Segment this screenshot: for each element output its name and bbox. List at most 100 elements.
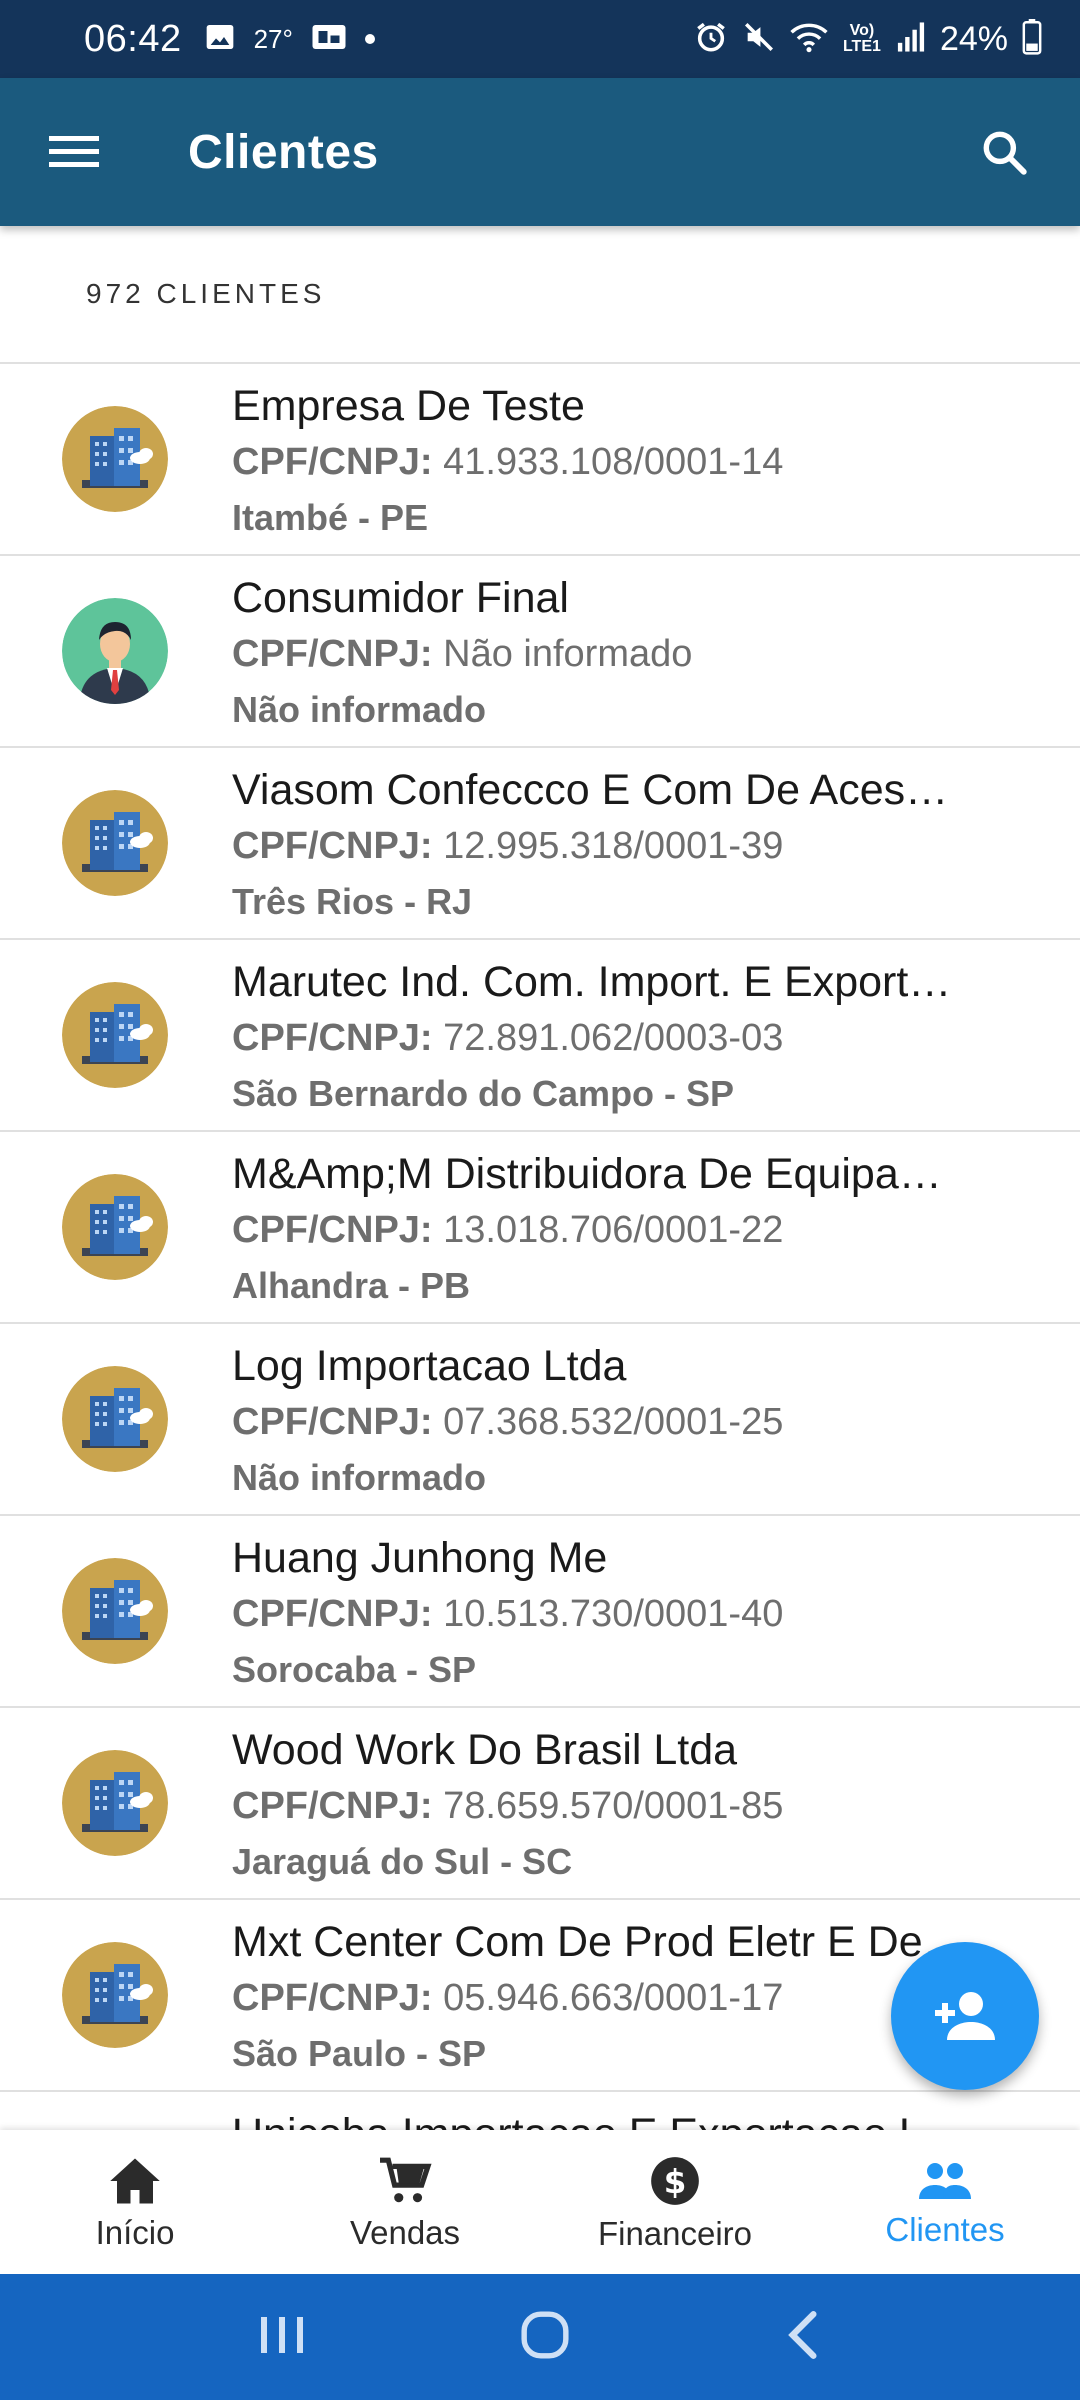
client-name: Empresa De Teste [232,382,585,430]
recents-button[interactable] [257,2313,307,2362]
client-info: Huang Junhong Me CPF/CNPJ: 10.513.730/000… [232,1530,1022,1698]
search-icon [983,131,1027,175]
building-avatar-icon [62,1942,168,2048]
person-avatar [62,598,168,704]
mute-icon [742,20,776,59]
status-bar: 06:42 27° Vo) LTE1 24% [0,0,1080,78]
page-title: Clientes [188,125,379,179]
document-value: 13.018.706/0001-22 [443,1209,784,1251]
client-name: Wood Work Do Brasil Ltda [232,1726,738,1774]
notification-dot [364,34,375,44]
menu-button[interactable] [36,114,112,190]
add-person-icon [935,1992,995,2040]
building-avatar [62,1750,168,1856]
client-document: CPF/CNPJ: 07.368.532/0001-25 [232,1394,1022,1450]
nav-label-clientes: Clientes [885,2211,1005,2248]
gallery-icon [204,21,236,58]
building-avatar-icon [62,1750,168,1856]
client-row[interactable]: M&Amp;M Distribuidora De Equipa… CPF/CNPJ… [0,1132,1080,1324]
home-circle-icon [521,2310,569,2359]
back-button[interactable] [783,2310,823,2365]
client-document: CPF/CNPJ: 78.659.570/0001-85 [232,1778,1022,1834]
document-label: CPF/CNPJ: [232,1785,433,1827]
client-document: CPF/CNPJ: 10.513.730/0001-40 [232,1586,1022,1642]
client-row[interactable]: Consumidor Final CPF/CNPJ: Não informado N… [0,556,1080,748]
client-document: CPF/CNPJ: 12.995.318/0001-39 [232,818,1022,874]
nav-label-vendas: Vendas [349,2214,461,2251]
cart-icon [380,2157,432,2203]
sim-icon [311,22,347,57]
document-label: CPF/CNPJ: [232,1209,433,1251]
nav-label-inicio: Início [95,2214,175,2251]
client-row[interactable]: Viasom Confeccco E Com De Aces… CPF/CNPJ:… [0,748,1080,940]
recents-icon [260,2316,303,2353]
client-city: Não informado [232,1457,487,1498]
client-document: CPF/CNPJ: 13.018.706/0001-22 [232,1202,1022,1258]
people-icon [919,2163,971,2199]
building-avatar [62,1174,168,1280]
document-label: CPF/CNPJ: [232,1401,433,1443]
signal-icon [896,21,926,58]
building-avatar-icon [62,982,168,1088]
building-avatar [62,1558,168,1664]
building-avatar-icon [62,790,168,896]
client-row[interactable]: Wood Work Do Brasil Ltda CPF/CNPJ: 78.659… [0,1708,1080,1900]
home-icon [110,2158,160,2204]
network-label: Vo) LTE1 [842,22,881,55]
bottom-navigation: Início Vendas $ Financeiro Clientes [0,2130,1080,2274]
client-name: Consumidor Final [232,574,569,622]
building-avatar [62,406,168,512]
client-name: Mxt Center Com De Prod Eletr E De… [232,1918,966,1966]
client-info: Unicoba Importacao E Exportacao L… [232,2106,1022,2130]
client-row[interactable]: Marutec Ind. Com. Import. E Export… CPF/C… [0,940,1080,1132]
nav-item-financeiro[interactable]: $ Financeiro [540,2130,810,2274]
system-navigation-bar [0,2274,1080,2400]
document-value: 41.933.108/0001-14 [443,441,784,483]
building-avatar [62,790,168,896]
document-label: CPF/CNPJ: [232,1017,433,1059]
svg-text:$: $ [664,2163,687,2201]
client-count: 972 CLIENTES [86,278,326,309]
status-left-icons: 27° [204,21,375,58]
dollar-icon: $ [651,2157,699,2205]
app-bar: Clientes [0,78,1080,226]
client-name: Huang Junhong Me [232,1534,608,1582]
client-info: Wood Work Do Brasil Ltda CPF/CNPJ: 78.659… [232,1722,1022,1890]
client-row[interactable]: Empresa De Teste CPF/CNPJ: 41.933.108/000… [0,364,1080,556]
client-count-header: 972 CLIENTES [0,226,1080,364]
building-avatar-icon [62,406,168,512]
client-list[interactable]: Empresa De Teste CPF/CNPJ: 41.933.108/000… [0,364,1080,2130]
building-avatar [62,1366,168,1472]
client-city: Não informado [232,689,487,730]
client-name: Unicoba Importacao E Exportacao L… [232,2106,1022,2130]
document-value: 72.891.062/0003-03 [443,1017,784,1059]
status-time: 06:42 [84,17,182,60]
nav-item-clientes[interactable]: Clientes [810,2130,1080,2274]
client-name: Marutec Ind. Com. Import. E Export… [232,958,952,1006]
search-button[interactable] [966,114,1042,190]
status-right: Vo) LTE1 24% [694,18,1042,60]
client-info: Marutec Ind. Com. Import. E Export… CPF/C… [232,954,1022,1122]
client-info: Empresa De Teste CPF/CNPJ: 41.933.108/000… [232,378,1022,546]
nav-item-vendas[interactable]: Vendas [270,2130,540,2274]
building-avatar-icon [62,1366,168,1472]
home-button[interactable] [520,2310,570,2365]
back-icon [788,2310,817,2359]
client-city: Itambé - PE [232,497,429,538]
building-avatar-icon [62,1558,168,1664]
nav-item-inicio[interactable]: Início [0,2130,270,2274]
nav-label-financeiro: Financeiro [597,2215,753,2252]
temperature: 27° [253,23,293,54]
battery-icon [1022,18,1042,60]
hamburger-icon [49,136,99,167]
client-name: Log Importacao Ltda [232,1342,627,1390]
document-value: 12.995.318/0001-39 [443,825,784,867]
client-info: Consumidor Final CPF/CNPJ: Não informado N… [232,570,1022,738]
building-avatar [62,982,168,1088]
building-avatar-icon [62,1174,168,1280]
client-row[interactable]: Huang Junhong Me CPF/CNPJ: 10.513.730/000… [0,1516,1080,1708]
add-client-button[interactable] [891,1942,1039,2090]
client-row[interactable]: Log Importacao Ltda CPF/CNPJ: 07.368.532/… [0,1324,1080,1516]
client-row[interactable]: Unicoba Importacao E Exportacao L… [0,2092,1080,2130]
alarm-icon [694,20,728,59]
